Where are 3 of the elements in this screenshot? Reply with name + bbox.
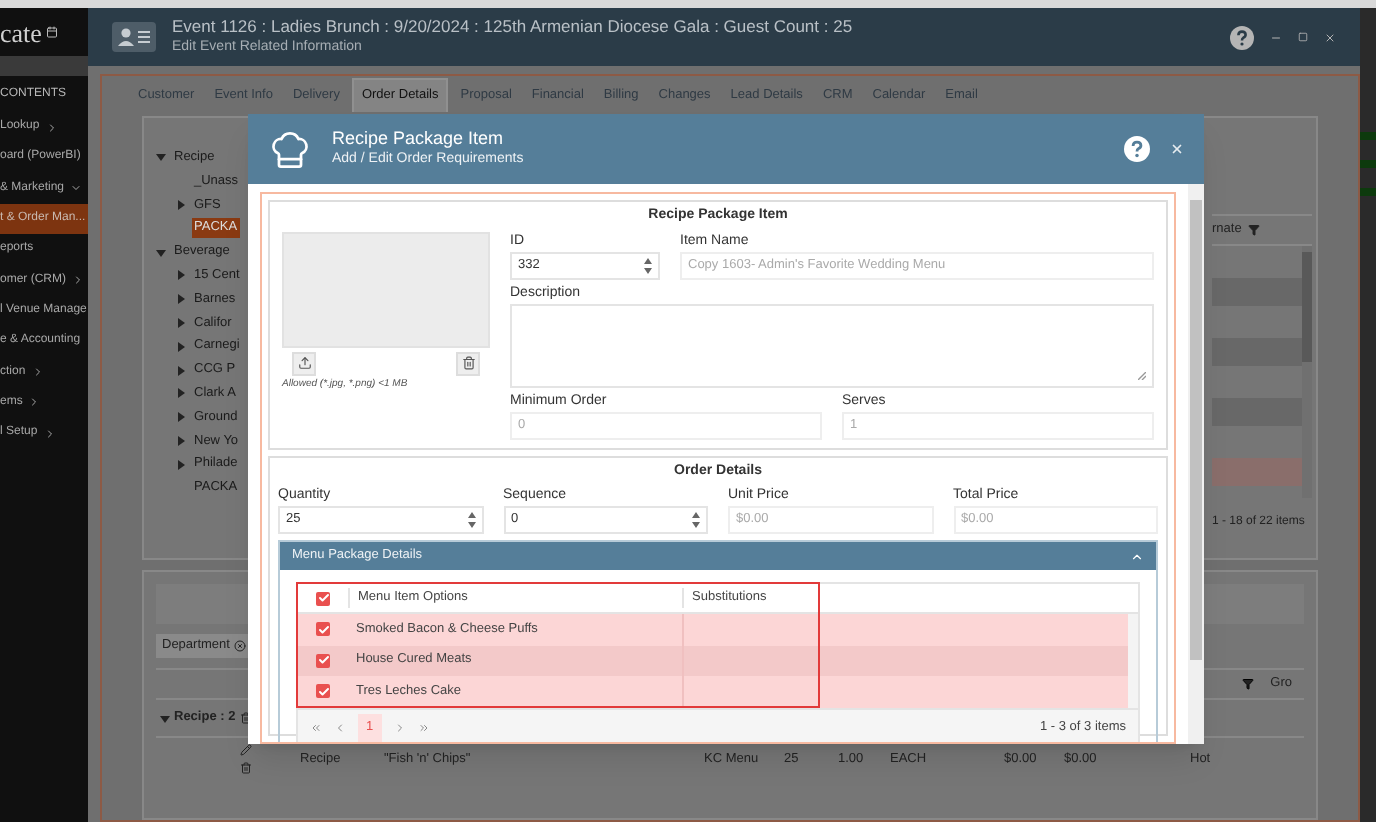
logo: cate <box>0 19 42 45</box>
window-title: Event 1126 : Ladies Brunch : 9/20/2024 : 125th Armenian Diocese Gala : Guest Count : 25 <box>172 15 853 38</box>
modal-title: Recipe Package Item <box>332 126 506 151</box>
